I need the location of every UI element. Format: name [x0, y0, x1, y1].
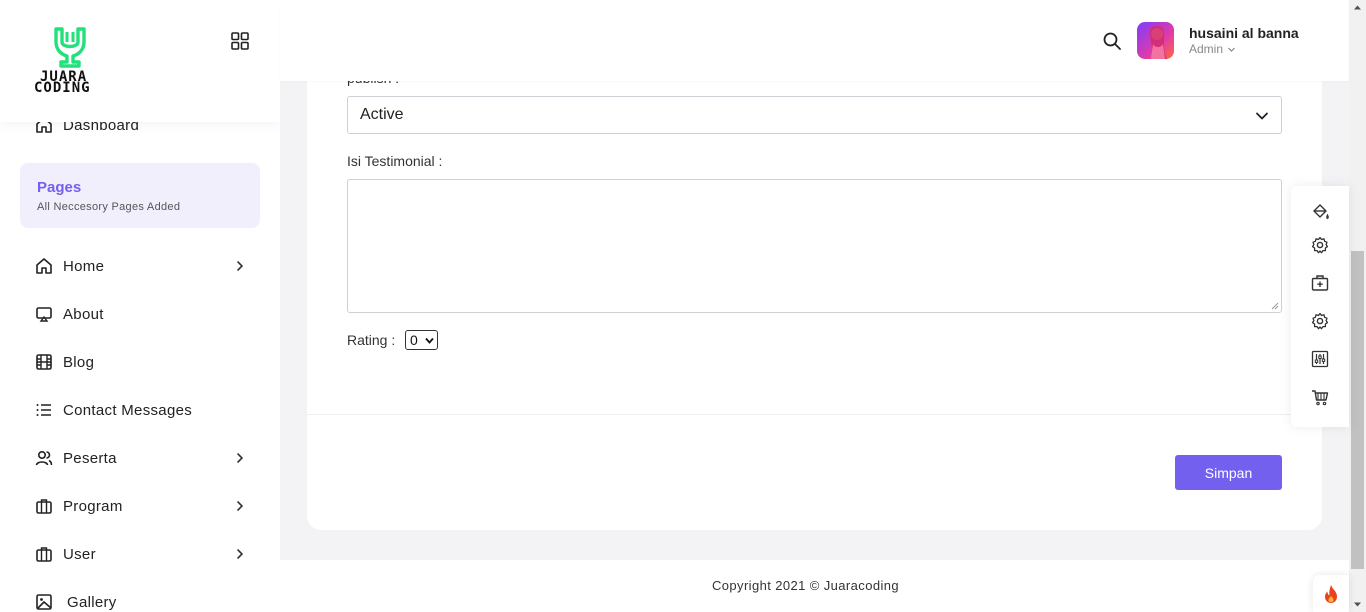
scroll-up-icon[interactable]	[1353, 3, 1362, 12]
sidebar: Dashboard Pages All Neccesory Pages Adde…	[0, 0, 280, 612]
grid-menu-icon[interactable]	[230, 31, 250, 51]
user-name[interactable]: husaini al banna	[1189, 25, 1299, 41]
isi-testimonial-textarea[interactable]	[347, 179, 1282, 313]
status-select[interactable]: Active	[347, 96, 1282, 134]
sidebar-item-label: Peserta	[63, 449, 117, 467]
sidebar-item-program[interactable]: Program	[34, 495, 248, 517]
chevron-right-icon	[232, 258, 248, 274]
fire-button[interactable]	[1313, 575, 1349, 612]
rating-select-value: 0	[410, 332, 418, 348]
monitor-icon	[34, 304, 54, 324]
chevron-down-icon	[1255, 109, 1269, 123]
image-icon	[34, 592, 54, 612]
list-icon	[34, 400, 54, 420]
user-role-label: Admin	[1189, 42, 1224, 56]
sidebar-item-label: Blog	[63, 353, 95, 371]
scroll-down-icon[interactable]	[1353, 600, 1362, 609]
logo-area: JUARA CODING	[0, 0, 280, 122]
rating-select[interactable]: 0	[405, 330, 438, 350]
isi-testimonial-label: Isi Testimonial :	[347, 153, 443, 169]
chevron-right-icon	[232, 498, 248, 514]
sidebar-item-label: Contact Messages	[63, 401, 193, 419]
scrollbar-thumb[interactable]	[1351, 251, 1364, 569]
sidebar-item-label: Gallery	[67, 593, 117, 611]
status-select-value: Active	[360, 106, 404, 123]
chevron-down-icon	[425, 336, 434, 345]
search-icon[interactable]	[1102, 31, 1122, 51]
logo-line-2: CODING	[34, 80, 91, 96]
copyright-text: Copyright 2021 © Juaracoding	[712, 578, 899, 593]
briefcase-icon	[34, 544, 54, 564]
fire-icon	[1322, 584, 1340, 604]
sidebar-item-contact-messages[interactable]: Contact Messages	[34, 399, 248, 421]
page-scrollbar[interactable]	[1349, 0, 1366, 612]
settings-icon[interactable]	[1310, 235, 1330, 255]
sidebar-item-peserta[interactable]: Peserta	[34, 447, 248, 469]
pages-title: Pages	[37, 179, 82, 196]
pages-card: Pages All Neccesory Pages Added	[20, 163, 260, 228]
top-header: husaini al banna Admin	[280, 0, 1349, 81]
sidebar-item-user[interactable]: User	[34, 543, 248, 565]
resize-handle-icon[interactable]	[1271, 302, 1279, 310]
users-icon	[34, 448, 54, 468]
user-role-dropdown[interactable]: Admin	[1189, 42, 1236, 56]
sidebar-item-label: About	[63, 305, 104, 323]
home-icon	[34, 256, 54, 276]
paint-bucket-icon[interactable]	[1310, 202, 1330, 222]
sidebar-item-about[interactable]: About	[34, 303, 248, 325]
sidebar-item-label: User	[63, 545, 96, 563]
pages-subtitle: All Neccesory Pages Added	[37, 201, 181, 213]
brand-logo-text: JUARA CODING	[34, 70, 91, 96]
briefcase-icon	[34, 496, 54, 516]
chevron-right-icon	[232, 546, 248, 562]
chevron-right-icon	[232, 450, 248, 466]
sidebar-item-home[interactable]: Home	[34, 255, 248, 277]
avatar[interactable]	[1137, 22, 1174, 59]
sidebar-item-gallery[interactable]: Gallery	[34, 591, 248, 612]
cart-icon[interactable]	[1310, 387, 1330, 407]
sidebar-item-label: Program	[63, 497, 123, 515]
sidebar-item-blog[interactable]: Blog	[34, 351, 248, 373]
add-briefcase-icon[interactable]	[1310, 273, 1330, 293]
film-icon	[34, 352, 54, 372]
sidebar-item-label: Home	[63, 257, 105, 275]
right-toolbar	[1291, 186, 1349, 427]
sliders-icon[interactable]	[1310, 349, 1330, 369]
rating-label: Rating :	[347, 332, 396, 348]
settings-icon[interactable]	[1310, 311, 1330, 331]
save-button[interactable]: Simpan	[1175, 455, 1282, 490]
chevron-down-icon	[1227, 45, 1236, 54]
card-divider	[307, 414, 1322, 415]
